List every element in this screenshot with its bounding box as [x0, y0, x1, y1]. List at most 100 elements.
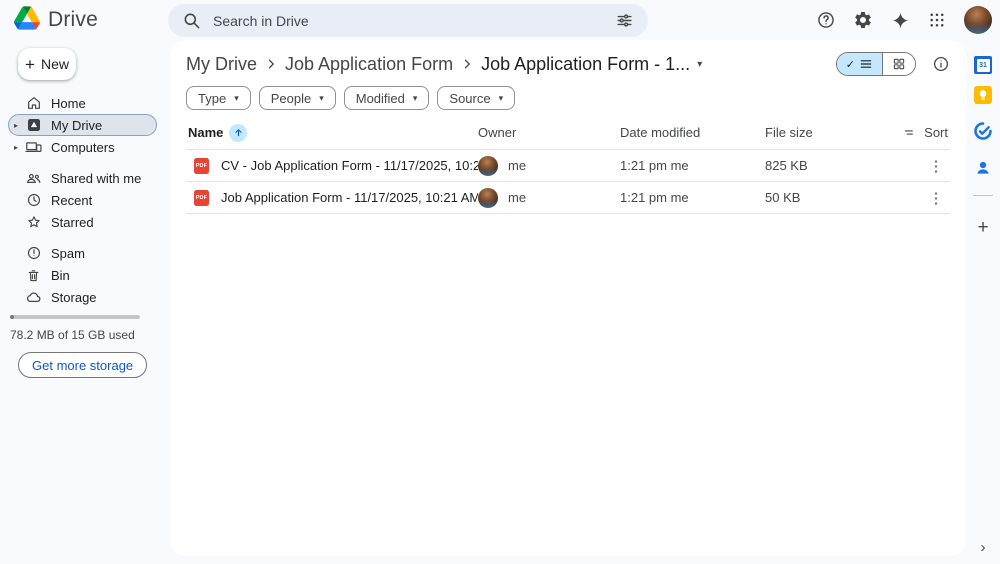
chip-label: Modified [356, 91, 405, 106]
contacts-icon[interactable] [974, 159, 992, 182]
sidebar-item-label: Spam [51, 246, 85, 261]
tasks-icon[interactable] [974, 122, 992, 145]
filter-chips: Type ▾ People ▾ Modified ▾ Source ▾ [186, 86, 950, 110]
sort-lines-icon [902, 125, 917, 140]
column-header-owner[interactable]: Owner [478, 125, 620, 140]
sidebar-item-label: Recent [51, 193, 92, 208]
sidebar-item-shared-with-me[interactable]: Shared with me [8, 167, 157, 189]
shared-with-me-icon [25, 170, 42, 187]
search-icon[interactable] [182, 11, 201, 30]
sidebar-item-recent[interactable]: Recent [8, 189, 157, 211]
breadcrumb-current-folder[interactable]: Job Application Form - 1... [481, 54, 690, 75]
collapse-panel-chevron-icon[interactable]: › [981, 540, 986, 555]
sidebar-item-home[interactable]: Home [8, 92, 157, 114]
bin-trash-icon [25, 267, 42, 284]
sidebar-nav: Home ▸ My Drive ▸ [0, 92, 170, 308]
account-avatar[interactable] [964, 6, 992, 34]
sidebar-item-my-drive[interactable]: ▸ My Drive [8, 114, 157, 136]
sidebar-item-label: Shared with me [51, 171, 141, 186]
sidebar-item-bin[interactable]: Bin [8, 264, 157, 286]
column-header-name[interactable]: Name [186, 124, 478, 142]
breadcrumb: My Drive Job Application Form Job Applic… [186, 50, 950, 78]
keep-icon[interactable] [974, 86, 992, 109]
drive-logo-icon [14, 6, 40, 35]
breadcrumb-parent-folder[interactable]: Job Application Form [285, 54, 453, 75]
search-input[interactable] [213, 13, 603, 29]
column-header-size[interactable]: File size [765, 125, 922, 140]
more-actions-kebab-icon[interactable]: ⋮ [922, 157, 950, 175]
plus-icon: + [25, 56, 35, 73]
sidebar-item-label: Starred [51, 215, 94, 230]
file-list-panel: My Drive Job Application Form Job Applic… [170, 40, 966, 556]
sidebar-item-label: Storage [51, 290, 97, 305]
my-drive-icon [25, 117, 42, 134]
file-row[interactable]: PDF CV - Job Application Form - 11/17/20… [186, 150, 950, 182]
chevron-right-icon [458, 55, 476, 73]
file-name: CV - Job Application Form - 11/17/2025, … [221, 158, 478, 173]
rail-divider [973, 195, 993, 196]
date-modified: 1:21 pm me [620, 158, 765, 173]
new-button-label: New [41, 56, 69, 72]
sort-button[interactable]: Sort [902, 116, 948, 149]
sidebar-item-label: Home [51, 96, 86, 111]
top-bar: Drive [0, 0, 1000, 40]
caret-down-icon: ▾ [499, 93, 504, 104]
gemini-sparkle-icon[interactable] [890, 10, 910, 30]
storage-progress-fill [10, 315, 14, 319]
pdf-file-icon: PDF [194, 158, 209, 174]
search-bar[interactable] [168, 4, 648, 37]
storage-cloud-icon [25, 289, 42, 306]
sidebar-item-starred[interactable]: Starred [8, 211, 157, 233]
filter-chip-people[interactable]: People ▾ [259, 86, 336, 110]
storage-usage-text: 78.2 MB of 15 GB used [10, 328, 170, 342]
sidebar-item-computers[interactable]: ▸ Computers [8, 136, 157, 158]
sidebar-item-spam[interactable]: Spam [8, 242, 157, 264]
owner-avatar [478, 156, 498, 176]
filter-chip-source[interactable]: Source ▾ [437, 86, 515, 110]
left-sidebar: + New Home ▸ [0, 40, 170, 564]
recent-clock-icon [25, 192, 42, 209]
chip-label: Type [198, 91, 226, 106]
apps-grid-icon[interactable] [927, 10, 947, 30]
caret-down-icon: ▾ [319, 93, 324, 104]
get-more-storage-button[interactable]: Get more storage [18, 352, 147, 378]
star-icon [25, 214, 42, 231]
help-icon[interactable] [816, 10, 836, 30]
table-header: Name Owner Date modified File size Sort [186, 116, 950, 150]
advanced-search-tune-icon[interactable] [615, 11, 634, 30]
date-modified: 1:21 pm me [620, 190, 765, 205]
details-info-icon[interactable] [932, 55, 950, 73]
caret-down-icon: ▾ [413, 93, 418, 104]
settings-gear-icon[interactable] [853, 10, 873, 30]
add-addon-plus-icon[interactable]: + [977, 218, 988, 237]
expand-caret-icon[interactable]: ▸ [14, 143, 25, 152]
spam-icon [25, 245, 42, 262]
grid-view-button[interactable] [882, 53, 915, 75]
app-title: Drive [48, 8, 98, 32]
sidebar-item-storage[interactable]: Storage [8, 286, 157, 308]
owner-name: me [508, 190, 526, 205]
column-header-modified[interactable]: Date modified [620, 125, 765, 140]
expand-caret-icon[interactable]: ▸ [14, 121, 25, 130]
more-actions-kebab-icon[interactable]: ⋮ [922, 189, 950, 207]
filter-chip-modified[interactable]: Modified ▾ [344, 86, 430, 110]
list-icon [859, 57, 873, 71]
file-size: 50 KB [765, 190, 922, 205]
calendar-icon[interactable]: 31 [974, 56, 992, 74]
topbar-actions [816, 0, 992, 40]
folder-menu-caret-icon[interactable]: ▾ [697, 59, 702, 70]
caret-down-icon: ▾ [234, 93, 239, 104]
list-view-button[interactable]: ✓ [837, 53, 882, 75]
filter-chip-type[interactable]: Type ▾ [186, 86, 251, 110]
breadcrumb-my-drive[interactable]: My Drive [186, 54, 257, 75]
drive-brand[interactable]: Drive [0, 6, 98, 35]
sort-ascending-icon[interactable] [229, 124, 247, 142]
file-size: 825 KB [765, 158, 922, 173]
home-icon [25, 95, 42, 112]
header-label: Name [188, 125, 223, 140]
sidebar-item-label: Bin [51, 268, 70, 283]
sidebar-item-label: Computers [51, 140, 115, 155]
sidebar-item-label: My Drive [51, 118, 102, 133]
file-row[interactable]: PDF Job Application Form - 11/17/2025, 1… [186, 182, 950, 214]
new-button[interactable]: + New [18, 48, 76, 80]
